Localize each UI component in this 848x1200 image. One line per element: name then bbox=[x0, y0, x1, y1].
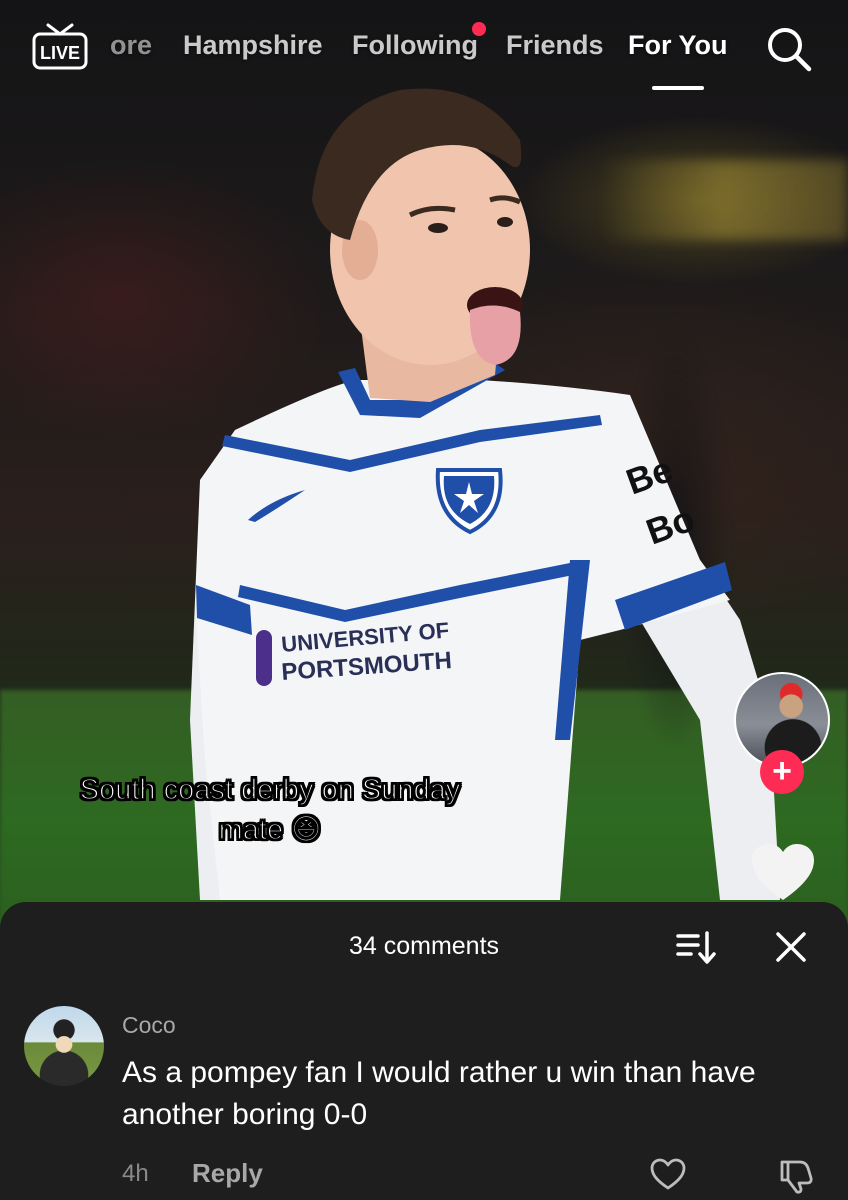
avatar[interactable] bbox=[24, 1006, 104, 1086]
search-icon[interactable] bbox=[764, 24, 814, 74]
comment-text: As a pompey fan I would rather u win tha… bbox=[122, 1056, 756, 1131]
comments-count-title: 34 comments bbox=[348, 932, 500, 960]
sort-icon[interactable] bbox=[676, 930, 716, 966]
comment-like-icon[interactable] bbox=[650, 1158, 686, 1190]
notification-dot bbox=[472, 22, 486, 36]
dislike-icon[interactable] bbox=[776, 1158, 814, 1194]
comment-author[interactable]: Coco bbox=[122, 1012, 176, 1039]
tab-hampshire[interactable]: Hampshire bbox=[183, 30, 323, 61]
comments-sheet: 34 comments Coco As a pompey fan I would… bbox=[0, 902, 848, 1200]
top-nav: LIVE ore Hampshire Following Friends For… bbox=[0, 0, 848, 110]
reply-button[interactable]: Reply bbox=[192, 1158, 263, 1189]
follow-button[interactable]: + bbox=[760, 750, 804, 794]
tab-explore[interactable]: ore bbox=[110, 30, 152, 61]
close-icon[interactable] bbox=[774, 930, 808, 964]
heart-icon[interactable] bbox=[750, 842, 816, 902]
live-icon[interactable]: LIVE bbox=[32, 22, 88, 72]
caption-line-1: South coast derby on Sunday bbox=[79, 773, 461, 807]
caption-line-2: mate 😆 bbox=[218, 813, 322, 847]
svg-text:LIVE: LIVE bbox=[40, 43, 80, 63]
video-caption: South coast derby on Sunday mate 😆 bbox=[30, 770, 510, 850]
tab-for-you[interactable]: For You bbox=[628, 30, 728, 61]
tab-friends[interactable]: Friends bbox=[506, 30, 604, 61]
tab-following[interactable]: Following bbox=[352, 30, 478, 61]
active-tab-indicator bbox=[652, 86, 704, 90]
comment-timestamp: 4h bbox=[122, 1160, 149, 1187]
